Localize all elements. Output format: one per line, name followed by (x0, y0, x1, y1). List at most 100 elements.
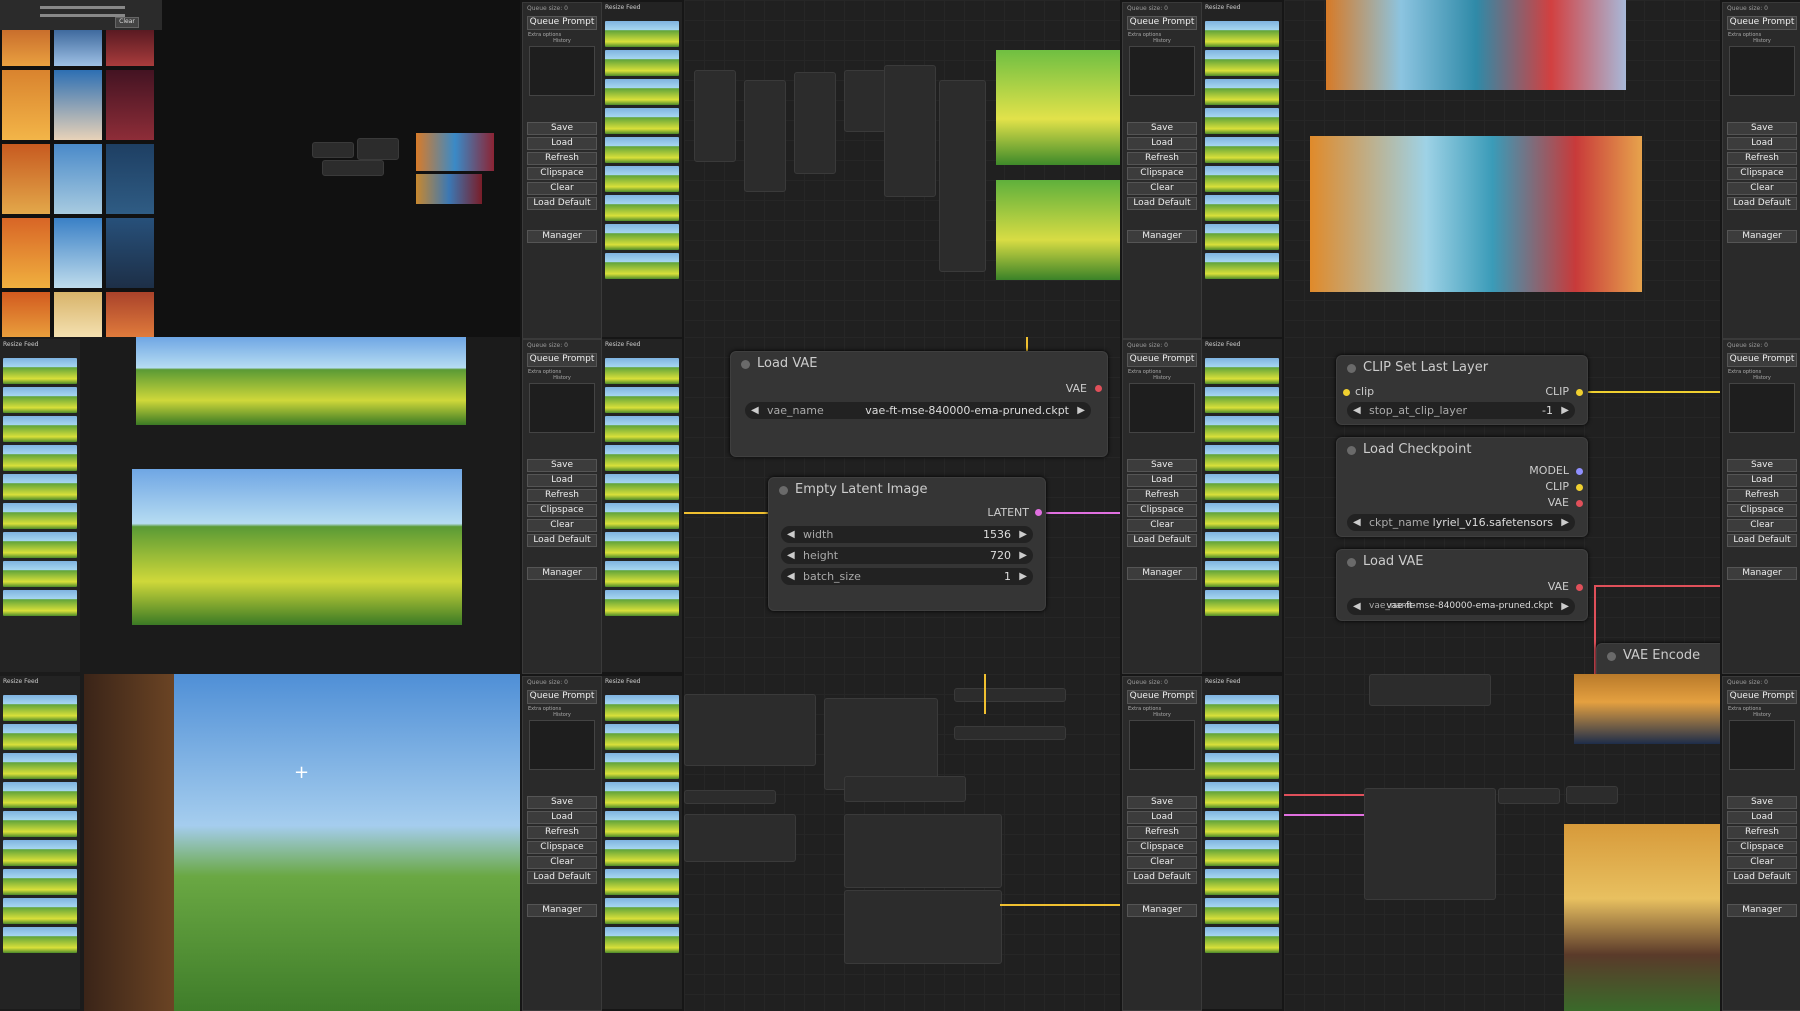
clear-button[interactable]: Clear (1727, 182, 1797, 195)
clipspace-button[interactable]: Clipspace (1127, 841, 1197, 854)
feed-thumb[interactable] (605, 387, 679, 413)
arrow-right-icon[interactable]: ▶ (1019, 568, 1027, 585)
feed-thumb[interactable] (1205, 358, 1279, 384)
landscape-image-2[interactable] (132, 469, 462, 625)
load-button[interactable]: Load (1727, 137, 1797, 150)
clip-set-last-layer-node[interactable]: CLIP Set Last Layer clip CLIP ◀ stop_at_… (1336, 355, 1588, 425)
empty-latent-image-node[interactable]: Empty Latent Image LATENT ◀ width 1536 ▶… (768, 477, 1046, 611)
arrow-left-icon[interactable]: ◀ (787, 547, 795, 564)
manager-button[interactable]: Manager (1127, 567, 1197, 580)
ckpt-name-combo[interactable]: ◀ ckpt_name lyriel_v16.safetensors ▶ (1347, 514, 1575, 531)
feed-thumb[interactable] (605, 224, 679, 250)
mini-preview-2[interactable] (416, 174, 482, 204)
feed-thumb[interactable] (1205, 108, 1279, 134)
grid-image[interactable] (106, 292, 154, 337)
clipspace-button[interactable]: Clipspace (527, 841, 597, 854)
feed-thumb[interactable] (605, 137, 679, 163)
grid-image[interactable] (2, 144, 50, 214)
refresh-button[interactable]: Refresh (1727, 489, 1797, 502)
clear-button[interactable]: Clear (527, 519, 597, 532)
sampler-settings-node[interactable] (1369, 674, 1491, 706)
clip-output-socket[interactable] (1576, 484, 1583, 491)
feed-thumb[interactable] (605, 840, 679, 866)
preview-image[interactable] (996, 180, 1120, 280)
load-vae-node[interactable]: Load VAE VAE ◀ vae_name vae-ft-mse-84000… (1336, 549, 1588, 621)
load-button[interactable]: Load (527, 474, 597, 487)
feed-thumb[interactable] (1205, 753, 1279, 779)
manager-button[interactable]: Manager (527, 567, 597, 580)
clipspace-button[interactable]: Clipspace (1727, 841, 1797, 854)
feed-thumb[interactable] (1205, 79, 1279, 105)
main-preview-image[interactable] (1310, 136, 1642, 292)
vae-name-combo[interactable]: ◀ vae_name vae-ft-mse-840000-ema-pruned.… (1347, 598, 1575, 615)
grid-image[interactable] (106, 144, 154, 214)
load-button[interactable]: Load (1727, 474, 1797, 487)
feed-thumb[interactable] (1205, 474, 1279, 500)
load-default-button[interactable]: Load Default (1127, 197, 1197, 210)
clear-button[interactable]: Clear (527, 182, 597, 195)
feed-thumb[interactable] (605, 898, 679, 924)
arrow-right-icon[interactable]: ▶ (1561, 402, 1569, 419)
clear-button[interactable]: Clear (527, 856, 597, 869)
feed-thumb[interactable] (605, 445, 679, 471)
collapse-dot[interactable] (1347, 446, 1356, 455)
feed-thumb[interactable] (3, 898, 77, 924)
collapse-dot[interactable] (1347, 558, 1356, 567)
manager-button[interactable]: Manager (527, 230, 597, 243)
grid-image[interactable] (54, 70, 102, 140)
manager-button[interactable]: Manager (1727, 904, 1797, 917)
top-center-canvas[interactable] (684, 0, 1120, 337)
grid-image[interactable] (106, 30, 154, 66)
feed-thumb[interactable] (605, 695, 679, 721)
history-list[interactable] (1129, 46, 1195, 96)
load-checkpoint-node[interactable]: Load Checkpoint MODEL CLIP VAE ◀ ckpt_na… (1336, 437, 1588, 537)
feed-thumb[interactable] (605, 927, 679, 953)
conditioning-combine-node[interactable] (954, 688, 1066, 702)
clear-button[interactable]: Clear (1127, 856, 1197, 869)
feed-thumb[interactable] (605, 166, 679, 192)
vae-decode-node[interactable] (1498, 788, 1560, 804)
arrow-right-icon[interactable]: ▶ (1019, 547, 1027, 564)
feed-thumb[interactable] (605, 561, 679, 587)
feed-thumb[interactable] (605, 724, 679, 750)
load-default-button[interactable]: Load Default (527, 534, 597, 547)
save-image-node[interactable] (1566, 786, 1618, 804)
feed-thumb[interactable] (605, 590, 679, 616)
arrow-right-icon[interactable]: ▶ (1561, 514, 1569, 531)
model-sampler-node[interactable] (844, 776, 966, 802)
clipspace-button[interactable]: Clipspace (1127, 504, 1197, 517)
feed-thumb[interactable] (1205, 869, 1279, 895)
stop-at-clip-layer-number[interactable]: ◀ stop_at_clip_layer -1 ▶ (1347, 402, 1575, 419)
clip-output-socket[interactable] (1576, 389, 1583, 396)
width-number[interactable]: ◀ width 1536 ▶ (781, 526, 1033, 543)
history-list[interactable] (1129, 720, 1195, 770)
load-button[interactable]: Load (1127, 811, 1197, 824)
refresh-button[interactable]: Refresh (1727, 826, 1797, 839)
top-right-canvas[interactable] (1284, 0, 1720, 337)
grid-image[interactable] (2, 218, 50, 288)
feed-thumb[interactable] (3, 590, 77, 616)
model-output-socket[interactable] (1576, 468, 1583, 475)
feed-thumb[interactable] (3, 387, 77, 413)
history-list[interactable] (1729, 46, 1795, 96)
collapse-dot[interactable] (741, 360, 750, 369)
queue-prompt-button[interactable]: Queue Prompt (1127, 690, 1197, 704)
feed-thumb[interactable] (3, 561, 77, 587)
feed-thumb[interactable] (605, 532, 679, 558)
feed-thumb[interactable] (1205, 50, 1279, 76)
feed-thumb[interactable] (3, 811, 77, 837)
manager-button[interactable]: Manager (1127, 230, 1197, 243)
refresh-button[interactable]: Refresh (527, 152, 597, 165)
feed-thumb[interactable] (1205, 782, 1279, 808)
grid-image[interactable] (54, 218, 102, 288)
height-number[interactable]: ◀ height 720 ▶ (781, 547, 1033, 564)
save-button[interactable]: Save (1127, 796, 1197, 809)
arrow-left-icon[interactable]: ◀ (751, 402, 759, 419)
feed-thumb[interactable] (1205, 387, 1279, 413)
manager-button[interactable]: Manager (1127, 904, 1197, 917)
feed-thumb[interactable] (605, 358, 679, 384)
feed-thumb[interactable] (605, 50, 679, 76)
clip-text-encode-node[interactable] (844, 814, 1002, 888)
grid-image[interactable] (2, 292, 50, 337)
feed-thumb[interactable] (605, 782, 679, 808)
